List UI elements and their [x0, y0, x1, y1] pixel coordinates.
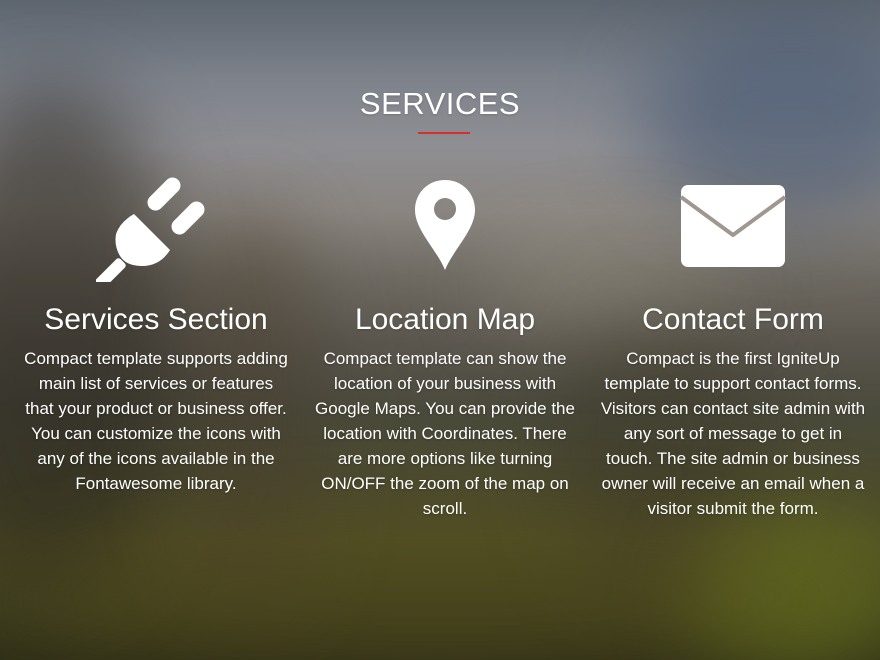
title-underline [418, 132, 470, 134]
service-card: Services Section Compact template suppor… [16, 170, 296, 496]
service-card: Contact Form Compact is the first Ignite… [593, 170, 873, 521]
envelope-icon [593, 170, 873, 282]
service-card: Location Map Compact template can show t… [305, 170, 585, 521]
service-title: Contact Form [642, 303, 824, 336]
section-title: SERVICES [359, 86, 521, 121]
service-description: Compact is the first IgniteUp template t… [600, 349, 866, 518]
plug-icon [16, 170, 296, 282]
service-description: Compact template can show the location o… [315, 349, 575, 518]
map-marker-icon [305, 170, 585, 282]
service-description: Compact template supports adding main li… [24, 349, 288, 493]
service-title: Services Section [44, 303, 268, 336]
services-section: SERVICES Services Section Compact templa… [0, 0, 880, 660]
page-background: SERVICES Services Section Compact templa… [0, 0, 880, 660]
service-title: Location Map [354, 303, 536, 336]
